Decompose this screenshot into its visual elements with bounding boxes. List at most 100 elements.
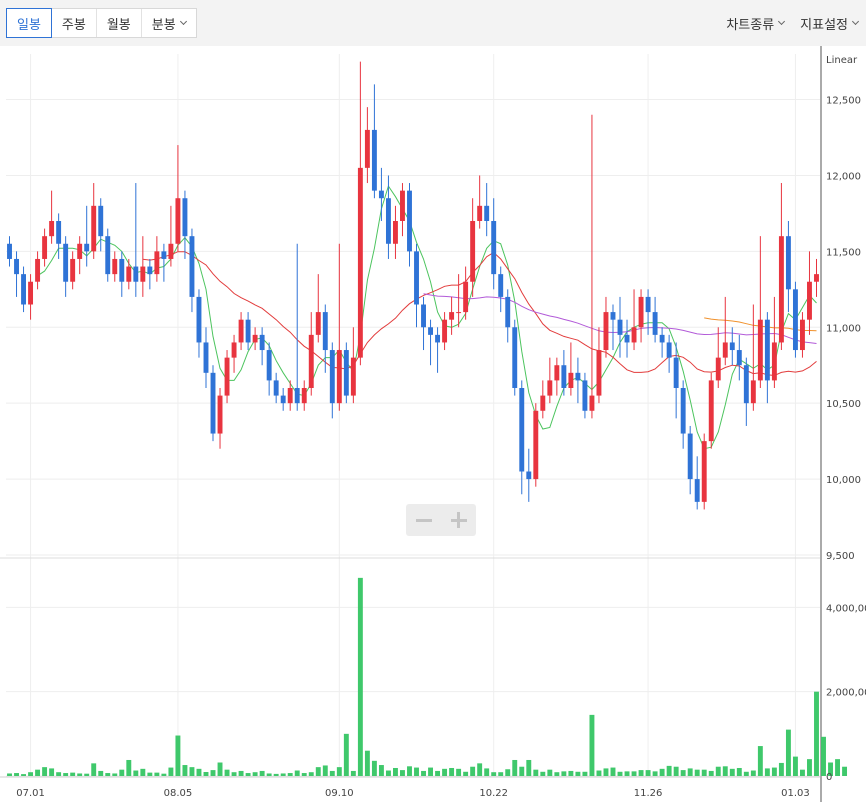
- candle-body: [393, 221, 398, 244]
- price-tick-label: 12,000: [826, 171, 861, 182]
- candle-body: [168, 243, 174, 259]
- candle-body: [617, 319, 623, 335]
- volume-bar: [393, 767, 398, 776]
- volume-bar: [147, 772, 153, 776]
- volume-bar: [484, 768, 490, 776]
- candle-body: [35, 258, 41, 282]
- candle-body: [400, 190, 405, 221]
- zoom-in-button[interactable]: [441, 504, 476, 536]
- volume-bar: [659, 768, 665, 776]
- tab-daily-label: 일봉: [17, 17, 41, 33]
- period-tabs: 일봉 주봉 월봉 분봉: [6, 8, 197, 38]
- volume-bar: [385, 770, 391, 776]
- volume-bar: [421, 770, 426, 776]
- tab-minute[interactable]: 분봉: [142, 9, 196, 37]
- volume-bar: [505, 769, 511, 776]
- candle-body: [715, 357, 721, 381]
- indicator-settings-dropdown[interactable]: 지표설정: [792, 8, 866, 38]
- candle-body: [708, 380, 714, 442]
- candle-body: [624, 334, 630, 343]
- volume-bar: [526, 759, 532, 776]
- candle-body: [519, 388, 525, 472]
- zoom-controls: [406, 504, 476, 536]
- volume-bar: [771, 767, 777, 776]
- candle-body: [126, 266, 132, 282]
- volume-bar: [175, 735, 181, 776]
- volume-bar: [35, 769, 41, 776]
- candle-body: [442, 319, 448, 343]
- volume-bar: [63, 773, 69, 776]
- tab-monthly[interactable]: 월봉: [97, 9, 142, 37]
- volume-bar: [512, 759, 518, 776]
- candle-body: [652, 312, 658, 335]
- candle-body: [589, 395, 595, 411]
- date-tick-label: 11.26: [634, 788, 663, 799]
- volume-bar: [287, 773, 293, 776]
- volume-bar: [814, 691, 819, 776]
- volume-bar: [561, 771, 567, 776]
- candle-body: [638, 296, 644, 328]
- candle-body: [252, 334, 258, 343]
- candle-body: [49, 221, 55, 237]
- volume-bar: [463, 771, 469, 776]
- volume-tick-label: 4,000,00: [826, 603, 866, 614]
- volume-bar: [224, 769, 230, 776]
- price-volume-chart[interactable]: Linear 9,500 10,000 10,500 11,000 11,500 12,00…: [0, 46, 866, 802]
- tab-daily[interactable]: 일봉: [6, 8, 52, 38]
- price-tick-label: 9,500: [826, 551, 855, 562]
- chart-type-dropdown[interactable]: 차트종류: [718, 8, 792, 38]
- volume-bar: [357, 577, 363, 776]
- zoom-out-button[interactable]: [406, 504, 441, 536]
- candle-body: [470, 221, 476, 282]
- candle-body: [807, 281, 812, 320]
- candle-body: [21, 274, 26, 305]
- volume-bar: [715, 766, 721, 776]
- candle-body: [14, 258, 19, 275]
- volume-bar: [743, 771, 749, 776]
- volume-bar: [259, 770, 265, 776]
- candle-body: [42, 236, 48, 259]
- candle-body: [161, 251, 167, 259]
- candle-body: [147, 266, 153, 275]
- candle-body: [301, 388, 307, 404]
- candle-body: [294, 388, 300, 404]
- volume-bar: [687, 768, 693, 776]
- candle-body: [814, 274, 819, 282]
- tab-monthly-label: 월봉: [106, 17, 131, 33]
- candle-body: [259, 334, 265, 351]
- volume-bar: [617, 771, 623, 776]
- volume-bar: [666, 765, 672, 776]
- volume-bar: [14, 773, 19, 776]
- volume-bar: [280, 773, 286, 776]
- volume-bar: [133, 770, 139, 776]
- volume-bar: [610, 767, 616, 776]
- volume-bar: [491, 772, 497, 776]
- candle-body: [266, 350, 272, 381]
- candle-body: [764, 319, 770, 381]
- volume-bar: [568, 770, 574, 776]
- date-tick-label: 08.05: [164, 788, 193, 799]
- volume-bar: [315, 767, 321, 776]
- candle-body: [175, 198, 181, 244]
- volume-bar: [119, 769, 125, 776]
- volume-bar: [729, 768, 735, 776]
- volume-tick-label: 2,000,00: [826, 688, 866, 699]
- price-tick-label: 11,500: [826, 247, 861, 258]
- volume-bar: [252, 772, 258, 776]
- volume-bar: [350, 770, 356, 776]
- candle-body: [729, 342, 735, 351]
- scale-label: Linear: [826, 55, 858, 66]
- tab-weekly[interactable]: 주봉: [52, 9, 97, 37]
- volume-bar: [540, 771, 546, 776]
- price-tick-label: 12,500: [826, 96, 861, 107]
- volume-bar: [575, 771, 581, 776]
- volume-bar: [217, 762, 223, 776]
- volume-bar: [364, 750, 370, 776]
- volume-bar: [477, 763, 483, 776]
- volume-bar: [91, 763, 97, 776]
- volume-bar: [589, 714, 595, 776]
- volume-bar: [652, 771, 658, 776]
- volume-bar: [835, 759, 840, 776]
- candle-body: [322, 312, 328, 351]
- price-tick-label: 10,000: [826, 475, 861, 486]
